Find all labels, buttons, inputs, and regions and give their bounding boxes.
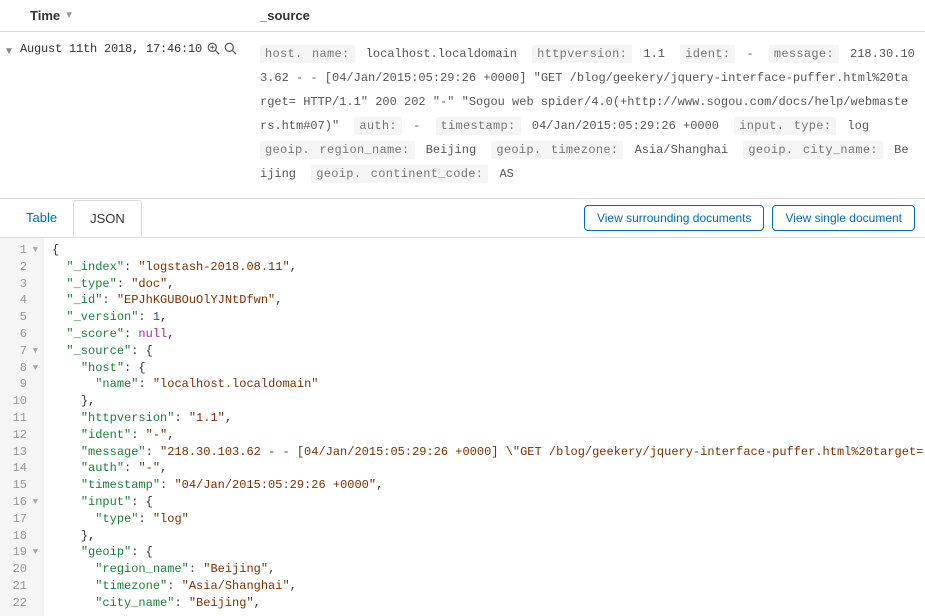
field-key: host. name:	[260, 45, 355, 63]
field-key: geoip. city_name:	[743, 141, 883, 159]
code-line: "_version": 1,	[52, 309, 925, 326]
field-key: auth:	[354, 117, 402, 135]
code-line: },	[52, 528, 925, 545]
code-line: "name": "localhost.localdomain"	[52, 376, 925, 393]
column-time-label: Time	[30, 8, 60, 23]
code-line: "httpversion": "1.1",	[52, 410, 925, 427]
expand-toggle-icon[interactable]: ▼	[0, 42, 20, 57]
field-key: httpversion:	[532, 45, 632, 63]
zoom-out-icon[interactable]	[224, 42, 237, 58]
view-single-button[interactable]: View single document	[772, 205, 915, 231]
field-key: message:	[769, 45, 839, 63]
zoom-in-icon[interactable]	[207, 42, 220, 58]
field-value: 04/Jan/2015:05:29:26 +0000	[525, 119, 719, 133]
tabs-row: Table JSON View surrounding documents Vi…	[0, 199, 925, 238]
line-number: 5	[4, 309, 38, 326]
line-number: 7▼	[4, 343, 38, 360]
line-number: 16▼	[4, 494, 38, 511]
line-number: 18	[4, 528, 38, 545]
field-key: geoip. timezone:	[491, 141, 623, 159]
code-line: "auth": "-",	[52, 460, 925, 477]
line-number: 3	[4, 276, 38, 293]
fold-icon[interactable]: ▼	[30, 496, 38, 509]
line-number: 12	[4, 427, 38, 444]
line-number: 14	[4, 460, 38, 477]
field-key: timestamp:	[436, 117, 521, 135]
code-line: "input": {	[52, 494, 925, 511]
code-line: {	[52, 242, 925, 259]
json-code[interactable]: { "_index": "logstash-2018.08.11", "_typ…	[44, 238, 925, 616]
code-line: "host": {	[52, 360, 925, 377]
line-number: 4	[4, 292, 38, 309]
time-value: August 11th 2018, 17:46:10	[20, 42, 202, 56]
line-number: 2	[4, 259, 38, 276]
field-value: Beijing	[419, 143, 477, 157]
table-header: Time ▼ _source	[0, 0, 925, 32]
fold-icon[interactable]: ▼	[30, 362, 38, 375]
field-value: -	[406, 119, 420, 133]
code-line: "_index": "logstash-2018.08.11",	[52, 259, 925, 276]
line-number: 21	[4, 578, 38, 595]
code-line: "_id": "EPJhKGUBOuOlYJNtDfwn",	[52, 292, 925, 309]
column-source-label: _source	[260, 8, 310, 23]
json-editor: 1▼234567▼8▼910111213141516▼171819▼202122…	[0, 238, 925, 616]
line-number: 15	[4, 477, 38, 494]
code-line: "geoip": {	[52, 544, 925, 561]
sort-desc-icon: ▼	[64, 10, 74, 21]
field-value: -	[739, 47, 753, 61]
code-line: "type": "log"	[52, 511, 925, 528]
line-number: 11	[4, 410, 38, 427]
code-line: "timezone": "Asia/Shanghai",	[52, 578, 925, 595]
field-value: AS	[492, 167, 514, 181]
view-surrounding-button[interactable]: View surrounding documents	[584, 205, 765, 231]
line-number: 13	[4, 444, 38, 461]
field-value: log	[840, 119, 869, 133]
column-time[interactable]: Time ▼	[0, 8, 260, 23]
field-key: geoip. region_name:	[260, 141, 415, 159]
code-line: "ident": "-",	[52, 427, 925, 444]
source-cell: host. name: localhost.localdomain httpve…	[260, 42, 925, 186]
code-line: "region_name": "Beijing",	[52, 561, 925, 578]
field-key: input. type:	[734, 117, 836, 135]
tab-table[interactable]: Table	[10, 200, 73, 236]
field-value: localhost.localdomain	[359, 47, 517, 61]
line-number: 10	[4, 393, 38, 410]
code-line: "timestamp": "04/Jan/2015:05:29:26 +0000…	[52, 477, 925, 494]
line-number: 17	[4, 511, 38, 528]
line-number: 6	[4, 326, 38, 343]
line-number: 1▼	[4, 242, 38, 259]
line-gutter: 1▼234567▼8▼910111213141516▼171819▼202122	[0, 238, 44, 616]
doc-actions: View surrounding documents View single d…	[584, 199, 915, 237]
field-value: Asia/Shanghai	[627, 143, 728, 157]
line-number: 19▼	[4, 544, 38, 561]
line-number: 9	[4, 376, 38, 393]
field-value: 1.1	[636, 47, 665, 61]
field-key: geoip. continent_code:	[311, 165, 488, 183]
table-row: ▼ August 11th 2018, 17:46:10 host. name:…	[0, 32, 925, 199]
line-number: 20	[4, 561, 38, 578]
code-line: "city_name": "Beijing",	[52, 595, 925, 612]
fold-icon[interactable]: ▼	[30, 244, 38, 257]
line-number: 8▼	[4, 360, 38, 377]
code-line: "_type": "doc",	[52, 276, 925, 293]
code-line: "message": "218.30.103.62 - - [04/Jan/20…	[52, 444, 925, 461]
code-line: "_source": {	[52, 343, 925, 360]
tab-json[interactable]: JSON	[73, 200, 142, 237]
tabs: Table JSON	[10, 200, 142, 236]
field-key: ident:	[680, 45, 735, 63]
column-source[interactable]: _source	[260, 8, 925, 23]
code-line: },	[52, 393, 925, 410]
line-number: 22	[4, 595, 38, 612]
fold-icon[interactable]: ▼	[30, 345, 38, 358]
time-cell: August 11th 2018, 17:46:10	[20, 42, 260, 58]
fold-icon[interactable]: ▼	[30, 546, 38, 559]
code-line: "_score": null,	[52, 326, 925, 343]
